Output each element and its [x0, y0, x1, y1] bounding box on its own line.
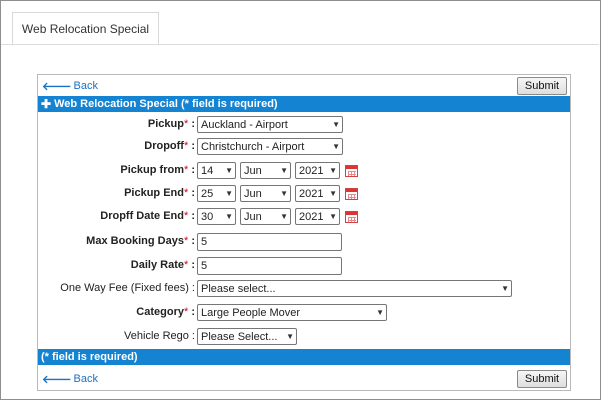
max-booking-days-label: Max Booking Days* : [86, 235, 195, 247]
calendar-icon[interactable] [345, 187, 358, 200]
one-way-fee-value: Please select... [201, 282, 276, 295]
chevron-down-icon: ▼ [280, 212, 288, 221]
plus-icon[interactable]: ✚ [41, 97, 51, 111]
chevron-down-icon: ▼ [225, 166, 233, 175]
pickup-label: Pickup* : [147, 118, 195, 130]
daily-rate-input[interactable]: 5 [197, 257, 342, 275]
form-header-bar: ✚ Web Relocation Special (* field is req… [38, 96, 570, 112]
category-select[interactable]: Large People Mover ▼ [197, 304, 387, 321]
chevron-down-icon: ▼ [332, 120, 340, 129]
pickup-from-day-select[interactable]: 14 ▼ [197, 162, 236, 179]
dropoff-date-end-month-select[interactable]: Jun ▼ [240, 208, 291, 225]
dropoff-select[interactable]: Christchurch - Airport ▼ [197, 138, 343, 155]
row-dropoff-date-end: Dropff Date End* : 30 ▼ Jun ▼ 2021 ▼ [38, 207, 570, 227]
vehicle-rego-label: Vehicle Rego : [124, 330, 195, 342]
chevron-down-icon: ▼ [280, 166, 288, 175]
arrow-left-icon: 🡐 [42, 81, 72, 93]
row-max-booking-days: Max Booking Days* : 5 [38, 232, 570, 252]
month-value: Jun [244, 187, 262, 200]
pickup-from-label: Pickup from* : [120, 164, 195, 176]
back-link-bottom[interactable]: 🡐 Back [42, 372, 98, 386]
relocation-form-panel: 🡐 Back Submit ✚ Web Relocation Special (… [37, 74, 571, 391]
day-value: 30 [201, 210, 214, 223]
row-pickup-end: Pickup End* : 25 ▼ Jun ▼ 2021 ▼ [38, 184, 570, 204]
one-way-fee-select[interactable]: Please select... ▼ [197, 280, 512, 297]
pickup-end-month-select[interactable]: Jun ▼ [240, 185, 291, 202]
pickup-end-year-select[interactable]: 2021 ▼ [295, 185, 340, 202]
chevron-down-icon: ▼ [329, 166, 337, 175]
back-label: Back [73, 80, 98, 92]
year-value: 2021 [299, 187, 324, 200]
calendar-icon[interactable] [345, 164, 358, 177]
chevron-down-icon: ▼ [225, 189, 233, 198]
row-category: Category* : Large People Mover ▼ [38, 303, 570, 323]
chevron-down-icon: ▼ [225, 212, 233, 221]
dropoff-date-end-year-select[interactable]: 2021 ▼ [295, 208, 340, 225]
row-pickup: Pickup* : Auckland - Airport ▼ [38, 115, 570, 135]
pickup-value: Auckland - Airport [201, 118, 288, 131]
year-value: 2021 [299, 210, 324, 223]
dropoff-date-end-label: Dropff Date End* : [100, 210, 195, 222]
dropoff-value: Christchurch - Airport [201, 140, 305, 153]
pickup-select[interactable]: Auckland - Airport ▼ [197, 116, 343, 133]
chevron-down-icon: ▼ [376, 308, 384, 317]
form-footer-text: (* field is required) [41, 351, 138, 363]
row-pickup-from: Pickup from* : 14 ▼ Jun ▼ 2021 ▼ [38, 161, 570, 181]
row-daily-rate: Daily Rate* : 5 [38, 256, 570, 276]
daily-rate-label: Daily Rate* : [130, 259, 195, 271]
submit-button-bottom[interactable]: Submit [517, 370, 567, 388]
bottom-toolbar: 🡐 Back Submit [38, 369, 570, 390]
day-value: 25 [201, 187, 214, 200]
month-value: Jun [244, 164, 262, 177]
chevron-down-icon: ▼ [329, 189, 337, 198]
pickup-from-month-select[interactable]: Jun ▼ [240, 162, 291, 179]
chevron-down-icon: ▼ [286, 332, 294, 341]
tab-web-relocation-special[interactable]: Web Relocation Special [12, 12, 159, 46]
chevron-down-icon: ▼ [280, 189, 288, 198]
day-value: 14 [201, 164, 214, 177]
row-vehicle-rego: Vehicle Rego : Please Select... ▼ [38, 327, 570, 347]
category-label: Category* : [136, 306, 195, 318]
row-one-way-fee: One Way Fee (Fixed fees) : Please select… [38, 279, 570, 299]
back-link-top[interactable]: 🡐 Back [42, 79, 98, 93]
tab-divider [1, 44, 599, 45]
pickup-end-label: Pickup End* : [124, 187, 195, 199]
chevron-down-icon: ▼ [501, 284, 509, 293]
pickup-end-day-select[interactable]: 25 ▼ [197, 185, 236, 202]
arrow-left-icon: 🡐 [42, 374, 72, 386]
one-way-fee-label: One Way Fee (Fixed fees) : [60, 282, 195, 294]
vehicle-rego-select[interactable]: Please Select... ▼ [197, 328, 297, 345]
form-footer-bar: (* field is required) [38, 349, 570, 365]
max-booking-days-input[interactable]: 5 [197, 233, 342, 251]
vehicle-rego-value: Please Select... [201, 330, 278, 343]
back-label: Back [73, 373, 98, 385]
dropoff-label: Dropoff* : [144, 140, 195, 152]
year-value: 2021 [299, 164, 324, 177]
category-value: Large People Mover [201, 306, 301, 319]
top-toolbar: 🡐 Back Submit [38, 76, 570, 97]
chevron-down-icon: ▼ [332, 142, 340, 151]
month-value: Jun [244, 210, 262, 223]
row-dropoff: Dropoff* : Christchurch - Airport ▼ [38, 137, 570, 157]
calendar-icon[interactable] [345, 210, 358, 223]
tab-label: Web Relocation Special [21, 22, 150, 36]
chevron-down-icon: ▼ [329, 212, 337, 221]
dropoff-date-end-day-select[interactable]: 30 ▼ [197, 208, 236, 225]
pickup-from-year-select[interactable]: 2021 ▼ [295, 162, 340, 179]
form-header-text: Web Relocation Special (* field is requi… [54, 98, 278, 110]
submit-button-top[interactable]: Submit [517, 77, 567, 95]
tab-strip: Web Relocation Special [1, 1, 600, 46]
